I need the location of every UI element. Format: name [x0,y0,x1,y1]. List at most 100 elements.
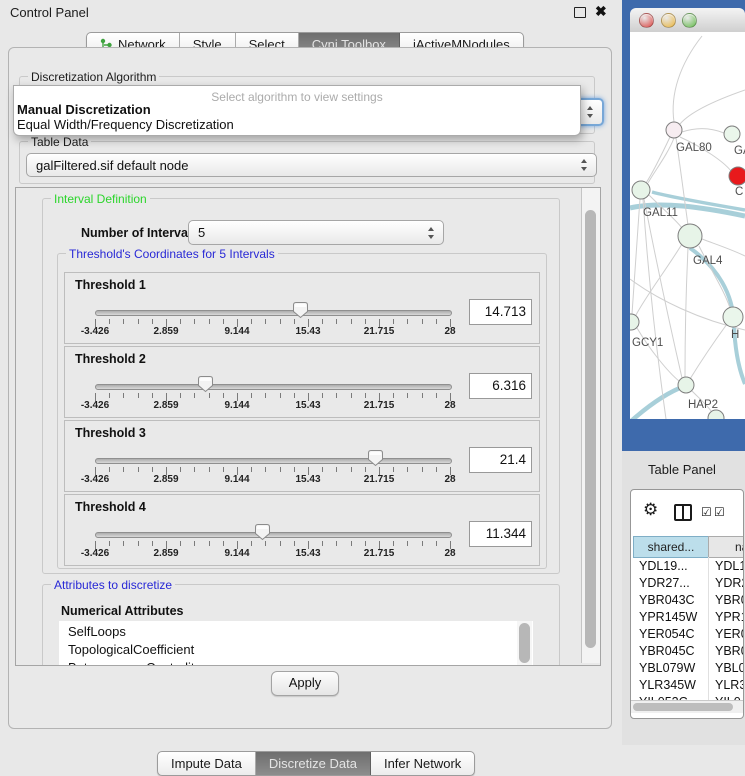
slider-tick [365,319,366,324]
threshold-value-field[interactable]: 11.344 [469,521,532,547]
network-node-label: HAP2 [688,399,718,411]
slider-tick [393,393,394,398]
minimize-light-icon[interactable] [661,13,676,28]
network-node-label: C [735,186,743,198]
slider-thumb[interactable] [292,301,309,319]
table-cell-shared-name[interactable]: YPR145W [639,609,697,626]
slider-tick [336,541,337,546]
table-data-combo[interactable]: galFiltered.sif default node [26,153,597,177]
network-node[interactable] [724,126,740,142]
attribute-list-item[interactable]: TopologicalCoefficient [68,641,194,659]
checked-box-icon[interactable]: ☑ [714,506,725,518]
slider-tick [109,319,110,324]
list-scrollbar-thumb[interactable] [519,623,530,663]
checked-box-icon[interactable]: ☑ [701,506,712,518]
slider-tick [180,393,181,398]
algorithm-option[interactable]: Manual Discretization [17,102,151,117]
network-node-label: GAL4 [693,255,723,267]
tab-discretize-data[interactable]: Discretize Data [256,752,371,775]
slider-tick [223,393,224,398]
slider-thumb[interactable] [367,449,384,467]
list-scrollbar[interactable] [517,621,532,666]
slider-tick [294,467,295,472]
split-columns-icon[interactable] [674,504,692,521]
apply-button[interactable]: Apply [271,671,339,696]
table-cell-shared-name[interactable]: YBR043C [639,592,695,609]
slider-tick [251,393,252,398]
vertical-scrollbar[interactable] [581,188,600,663]
tab-infer-network[interactable]: Infer Network [371,752,474,775]
close-light-icon[interactable] [639,13,654,28]
vertical-scrollbar-thumb[interactable] [585,210,596,648]
slider-tick [123,319,124,324]
updown-arrows-icon [587,106,594,118]
table-cell-name[interactable]: YBR0 [715,643,744,660]
network-node[interactable] [678,224,702,248]
threshold-value-field[interactable]: 6.316 [469,373,532,399]
slider-tick [407,541,408,546]
tab-impute-data[interactable]: Impute Data [158,752,256,775]
table-cell-name[interactable]: YPR1 [715,609,744,626]
threshold-panel: Threshold 3-3.4262.8599.14415.4321.71528… [64,420,540,492]
network-window-frame[interactable]: GAL80GALCGAL11GAL4HGCY1HAP2 [622,0,745,451]
slider-tick-label: 21.715 [364,326,395,337]
network-node[interactable] [678,377,694,393]
table-cell-shared-name[interactable]: YDR27... [639,575,690,592]
horizontal-scrollbar-thumb[interactable] [633,703,733,711]
slider-thumb[interactable] [254,523,271,541]
threshold-value-field[interactable]: 14.713 [469,299,532,325]
slider-tick-label: 9.144 [224,326,249,337]
algorithm-option[interactable]: Equal Width/Frequency Discretization [17,117,234,132]
table-cell-name[interactable]: YBR0 [715,592,744,609]
threshold-label: Threshold 1 [75,278,146,292]
slider-tick [123,467,124,472]
table-cell-shared-name[interactable]: YDL19... [639,558,688,575]
slider-tick [422,319,423,324]
table-cell-name[interactable]: YDR2 [715,575,744,592]
attribute-list-item[interactable]: SelfLoops [68,623,126,641]
threshold-value-field[interactable]: 21.4 [469,447,532,473]
network-node[interactable] [729,167,745,185]
slider-track[interactable] [95,384,452,390]
interval-definition-title: Interval Definition [51,192,150,206]
slider-track[interactable] [95,532,452,538]
slider-thumb[interactable] [197,375,214,393]
network-node[interactable] [708,410,724,419]
network-canvas[interactable]: GAL80GALCGAL11GAL4HGCY1HAP2 [630,32,745,419]
numerical-attributes-list[interactable]: SelfLoopsTopologicalCoefficientBetweenne… [59,621,533,666]
close-icon[interactable]: ✖ [595,3,607,20]
slider-tick [251,467,252,472]
table-cell-shared-name[interactable]: YBR045C [639,643,695,660]
table-cell-name[interactable]: YLR3 [715,677,744,694]
slider-tick [365,541,366,546]
number-of-intervals-combo[interactable]: 5 [188,220,444,245]
column-header-shared-name[interactable]: shared... [633,536,709,558]
slider-tick [407,467,408,472]
zoom-light-icon[interactable] [682,13,697,28]
slider-tick [322,393,323,398]
table-cell-name[interactable]: YBL0 [715,660,744,677]
attribute-list-item[interactable]: BetweennessCentrality [68,659,201,666]
table-cell-shared-name[interactable]: YLR345W [639,677,696,694]
slider-track[interactable] [95,458,452,464]
slider-tick [422,467,423,472]
slider-tick [209,393,210,398]
network-window-titlebar[interactable] [630,8,745,33]
network-edge [643,199,666,419]
network-node-label: GAL80 [676,142,712,154]
table-cell-name[interactable]: YER0 [715,626,744,643]
network-node[interactable] [723,307,743,327]
table-cell-name[interactable]: YDL1 [715,558,744,575]
gear-icon[interactable]: ⚙ [643,502,658,519]
horizontal-scrollbar[interactable] [631,700,743,713]
column-header-name[interactable]: name [708,536,744,558]
table-cell-shared-name[interactable]: YER054C [639,626,695,643]
slider-track[interactable] [95,310,452,316]
network-node[interactable] [630,314,639,330]
table-cell-shared-name[interactable]: YBL079W [639,660,695,677]
float-window-icon[interactable] [574,7,586,18]
network-node[interactable] [666,122,682,138]
network-node[interactable] [632,181,650,199]
slider-tick [138,467,139,472]
slider-tick-label: -3.426 [81,474,109,485]
